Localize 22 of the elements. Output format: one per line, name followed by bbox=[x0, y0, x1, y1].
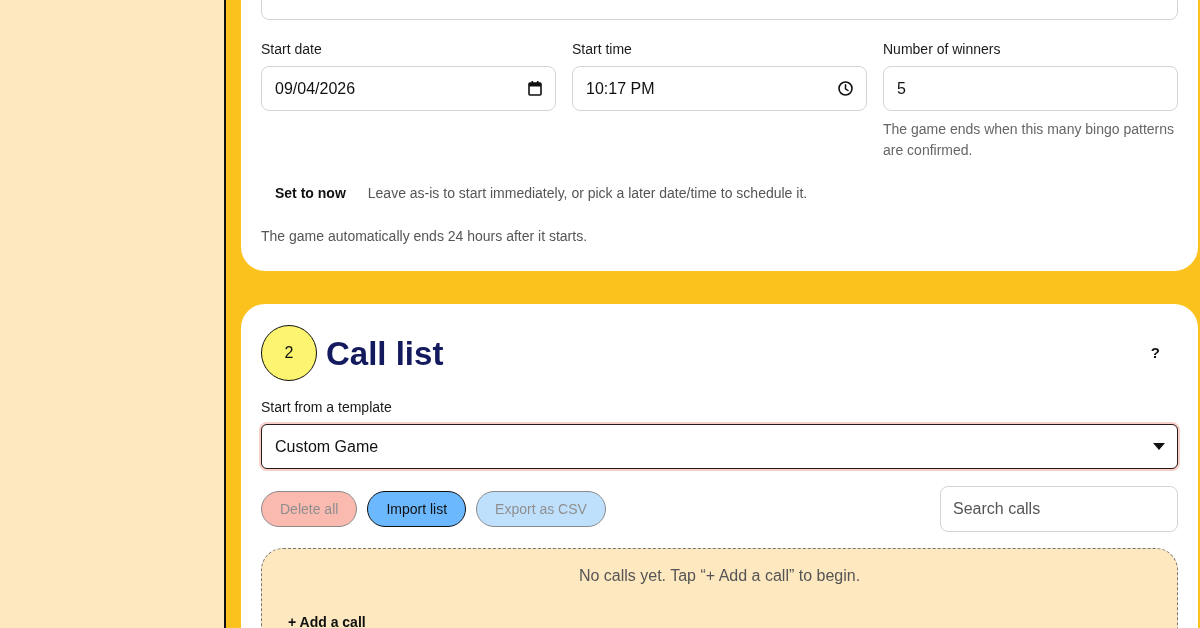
time-field[interactable]: 10:17 PM bbox=[572, 66, 867, 111]
empty-message: No calls yet. Tap “+ Add a call” to begin. bbox=[577, 566, 862, 586]
number-field[interactable]: 5 bbox=[883, 66, 1178, 111]
set-to-now-button[interactable]: Set to now bbox=[261, 177, 360, 210]
add-call-button[interactable]: + Add a call bbox=[288, 612, 366, 628]
calendar-icon[interactable] bbox=[528, 81, 542, 96]
step-number-badge: 2 bbox=[261, 325, 317, 381]
field-label: Start date bbox=[261, 40, 323, 58]
field-label: Start from a template bbox=[261, 399, 392, 415]
hint-text: Leave as-is to start immediately, or pick a later date/time to schedule it. bbox=[367, 184, 808, 203]
clock-icon[interactable] bbox=[838, 81, 853, 96]
help-text: The game ends when this many bingo patterns are confirmed. bbox=[883, 120, 1176, 160]
footnote-text: The game automatically ends 24 hours after it starts. bbox=[261, 227, 589, 246]
date-field[interactable]: 09/04/2026 bbox=[261, 66, 556, 111]
field-label: Number of winners bbox=[883, 40, 1002, 58]
section-title: Call list bbox=[326, 336, 444, 370]
search-field[interactable]: Search calls bbox=[940, 486, 1178, 532]
help-button[interactable]: ? bbox=[1146, 341, 1164, 365]
action-button[interactable]: Import list bbox=[367, 491, 467, 527]
caret-icon bbox=[1153, 443, 1165, 450]
field-label: Start time bbox=[572, 40, 633, 58]
template-select[interactable]: Custom Game bbox=[261, 424, 1178, 469]
